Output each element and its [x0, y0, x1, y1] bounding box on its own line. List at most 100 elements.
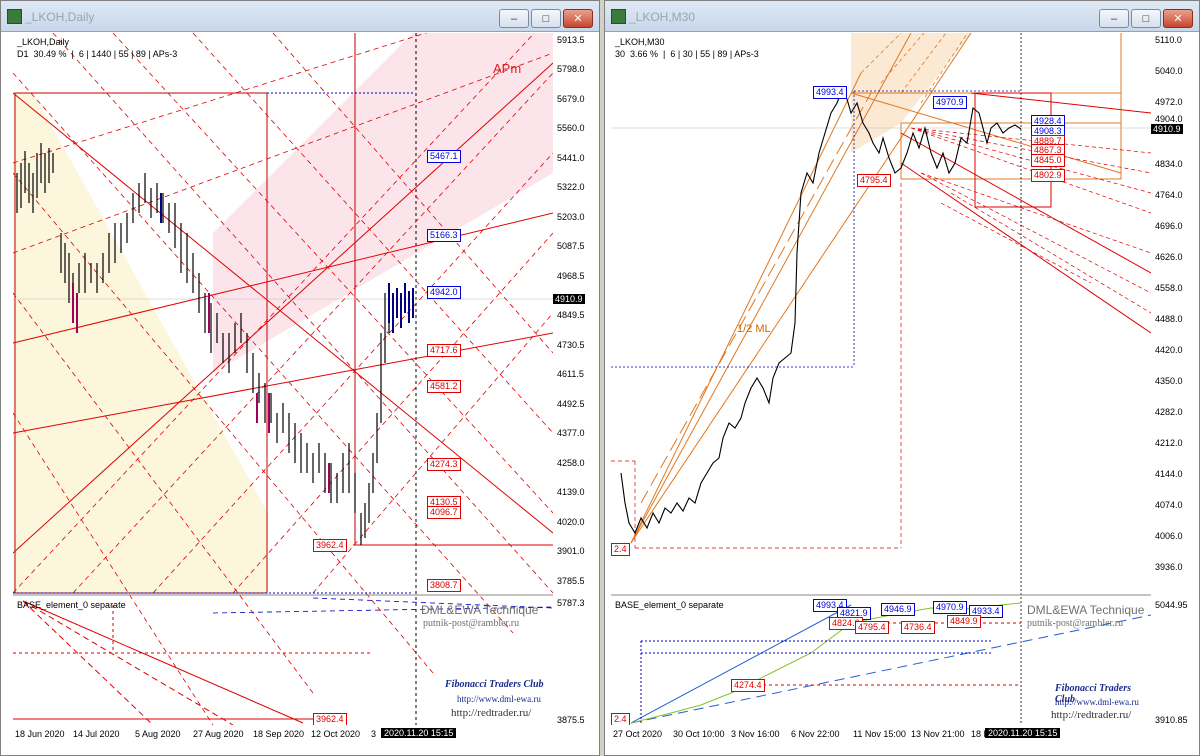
level-label[interactable]: 4274.3: [427, 458, 461, 471]
subwindow-title: BASE_element_0 separate: [615, 600, 724, 610]
price-tick: 4258.0: [557, 458, 585, 468]
sub-level-label[interactable]: 4849.9: [947, 615, 981, 628]
level-label[interactable]: 4802.9: [1031, 169, 1065, 182]
time-tick: 18 Jun 2020: [15, 729, 65, 739]
price-tick: 4904.0: [1155, 114, 1183, 124]
chart-app-icon: [7, 9, 22, 24]
m30-window-title: _LKOH,M30: [629, 10, 696, 24]
price-tick: 4968.5: [557, 271, 585, 281]
price-tick: 4834.0: [1155, 159, 1183, 169]
price-tick: 5040.0: [1155, 66, 1183, 76]
email-label: putnik-post@rambler.ru: [423, 618, 520, 629]
time-tick: 18 Sep 2020: [253, 729, 305, 739]
price-tick: 4212.0: [1155, 438, 1183, 448]
fib-url-label: http://www.dml-ewa.ru: [457, 694, 541, 704]
maximize-button[interactable]: □: [531, 9, 561, 28]
price-tick: 3936.0: [1155, 562, 1183, 572]
price-tick: 4139.0: [557, 487, 585, 497]
price-tick: 4377.0: [557, 428, 585, 438]
sub-price-tick: 3875.5: [557, 715, 585, 725]
level-label[interactable]: 4942.0: [427, 286, 461, 299]
level-label[interactable]: 4096.7: [427, 506, 461, 519]
sub-price-tick: 3910.85: [1155, 715, 1188, 725]
daily-time-axis[interactable]: 18 Jun 2020 14 Jul 2020 5 Aug 2020 27 Au…: [13, 727, 553, 745]
price-tick: 4972.0: [1155, 97, 1183, 107]
price-tick: 4849.5: [557, 310, 585, 320]
close-button[interactable]: ✕: [1163, 9, 1193, 28]
level-label[interactable]: 2.4: [611, 543, 630, 556]
daily-chart-window[interactable]: _LKOH,Daily – □ ✕ _LKOH,Daily D1 30.49 %…: [0, 0, 600, 756]
price-tick: 4492.5: [557, 399, 585, 409]
apm-label: APm: [493, 61, 522, 76]
close-button[interactable]: ✕: [563, 9, 593, 28]
price-tick: 4420.0: [1155, 345, 1183, 355]
m30-info-symbol: _LKOH,M30: [615, 37, 665, 47]
time-tick: 27 Aug 2020: [193, 729, 244, 739]
level-label[interactable]: 4845.0: [1031, 154, 1065, 167]
level-label[interactable]: 4795.4: [857, 174, 891, 187]
m30-info-params: 30 3.66 % | 6 | 30 | 55 | 89 | APs-3: [615, 49, 759, 59]
sub-level-label[interactable]: 2.4: [611, 713, 630, 725]
subwindow-title: BASE_element_0 separate: [17, 600, 126, 610]
daily-price-chart[interactable]: _LKOH,Daily D1 30.49 % | 6 | 1440 | 55 |…: [13, 33, 553, 725]
price-tick: 4488.0: [1155, 314, 1183, 324]
price-tick: 4611.5: [557, 369, 584, 379]
time-tick: 14 Jul 2020: [73, 729, 120, 739]
price-tick: 4074.0: [1155, 500, 1183, 510]
fib-club-label: Fibonacci Traders Club: [445, 679, 544, 690]
price-tick: 5110.0: [1155, 35, 1182, 45]
level-label[interactable]: 3962.4: [313, 713, 347, 725]
email-label: putnik-post@rambler.ru: [1027, 618, 1124, 629]
sub-price-tick: 5787.3: [557, 598, 585, 608]
daily-price-axis[interactable]: 5913.5 5798.0 5679.0 5560.0 5441.0 5322.…: [553, 33, 599, 725]
price-tick: 4144.0: [1155, 469, 1183, 479]
price-tick: 4350.0: [1155, 376, 1183, 386]
half-median-line-label: 1/2 ML: [737, 323, 771, 335]
level-label[interactable]: 4970.9: [933, 96, 967, 109]
price-tick: 4696.0: [1155, 221, 1183, 231]
m30-chart-window[interactable]: _LKOH,M30 – □ ✕ _LKOH,M30 30 3.66 % | 6 …: [604, 0, 1200, 756]
crosshair-time-box: 2020.11.20 15:15: [381, 728, 457, 738]
m30-price-axis[interactable]: 5110.0 5040.0 4972.0 4904.0 4834.0 4764.…: [1151, 33, 1197, 725]
redtrader-label: http://redtrader.ru/: [451, 707, 532, 719]
level-label[interactable]: 4581.2: [427, 380, 461, 393]
daily-window-titlebar[interactable]: _LKOH,Daily – □ ✕: [1, 1, 599, 32]
minimize-icon: –: [510, 12, 518, 25]
price-tick: 5560.0: [557, 123, 585, 133]
price-tick: 4626.0: [1155, 252, 1183, 262]
level-label[interactable]: 4717.6: [427, 344, 461, 357]
sub-level-label[interactable]: 4274.4: [731, 679, 765, 692]
sub-level-label[interactable]: 4795.4: [855, 621, 889, 634]
daily-info-symbol: _LKOH,Daily: [17, 37, 70, 47]
price-tick: 5441.0: [557, 153, 585, 163]
time-tick: 6 Nov 22:00: [791, 729, 840, 739]
time-tick: 3 Nov 16:00: [731, 729, 780, 739]
time-tick: 13 Nov 21:00: [911, 729, 965, 739]
sub-level-label[interactable]: 4736.4: [901, 621, 935, 634]
time-tick: 27 Oct 2020: [613, 729, 663, 739]
m30-window-titlebar[interactable]: _LKOH,M30 – □ ✕: [605, 1, 1199, 32]
m30-time-axis[interactable]: 27 Oct 2020 30 Oct 10:00 3 Nov 16:00 6 N…: [611, 727, 1151, 745]
price-tick: 4730.5: [557, 340, 585, 350]
daily-window-title: _LKOH,Daily: [25, 10, 95, 24]
price-tick: 5087.5: [557, 241, 585, 251]
minimize-button[interactable]: –: [1099, 9, 1129, 28]
m30-price-chart[interactable]: _LKOH,M30 30 3.66 % | 6 | 30 | 55 | 89 |…: [611, 33, 1151, 725]
close-icon: ✕: [573, 13, 583, 25]
minimize-button[interactable]: –: [499, 9, 529, 28]
level-label[interactable]: 3962.4: [313, 539, 347, 552]
price-tick: 4558.0: [1155, 283, 1183, 293]
level-label[interactable]: 5467.1: [427, 150, 461, 163]
level-label[interactable]: 4993.4: [813, 86, 847, 99]
minimize-icon: –: [1110, 12, 1118, 25]
sub-level-label[interactable]: 4970.9: [933, 601, 967, 614]
dml-ewa-label: DML&EWA Technique: [421, 603, 539, 617]
level-label[interactable]: 5166.3: [427, 229, 461, 242]
price-tick: 5679.0: [557, 94, 585, 104]
maximize-button[interactable]: □: [1131, 9, 1161, 28]
level-label[interactable]: 3808.7: [427, 579, 461, 592]
price-tick: 5203.0: [557, 212, 585, 222]
maximize-icon: □: [1142, 12, 1150, 25]
chart-app-icon: [611, 9, 626, 24]
sub-level-label[interactable]: 4946.9: [881, 603, 915, 616]
